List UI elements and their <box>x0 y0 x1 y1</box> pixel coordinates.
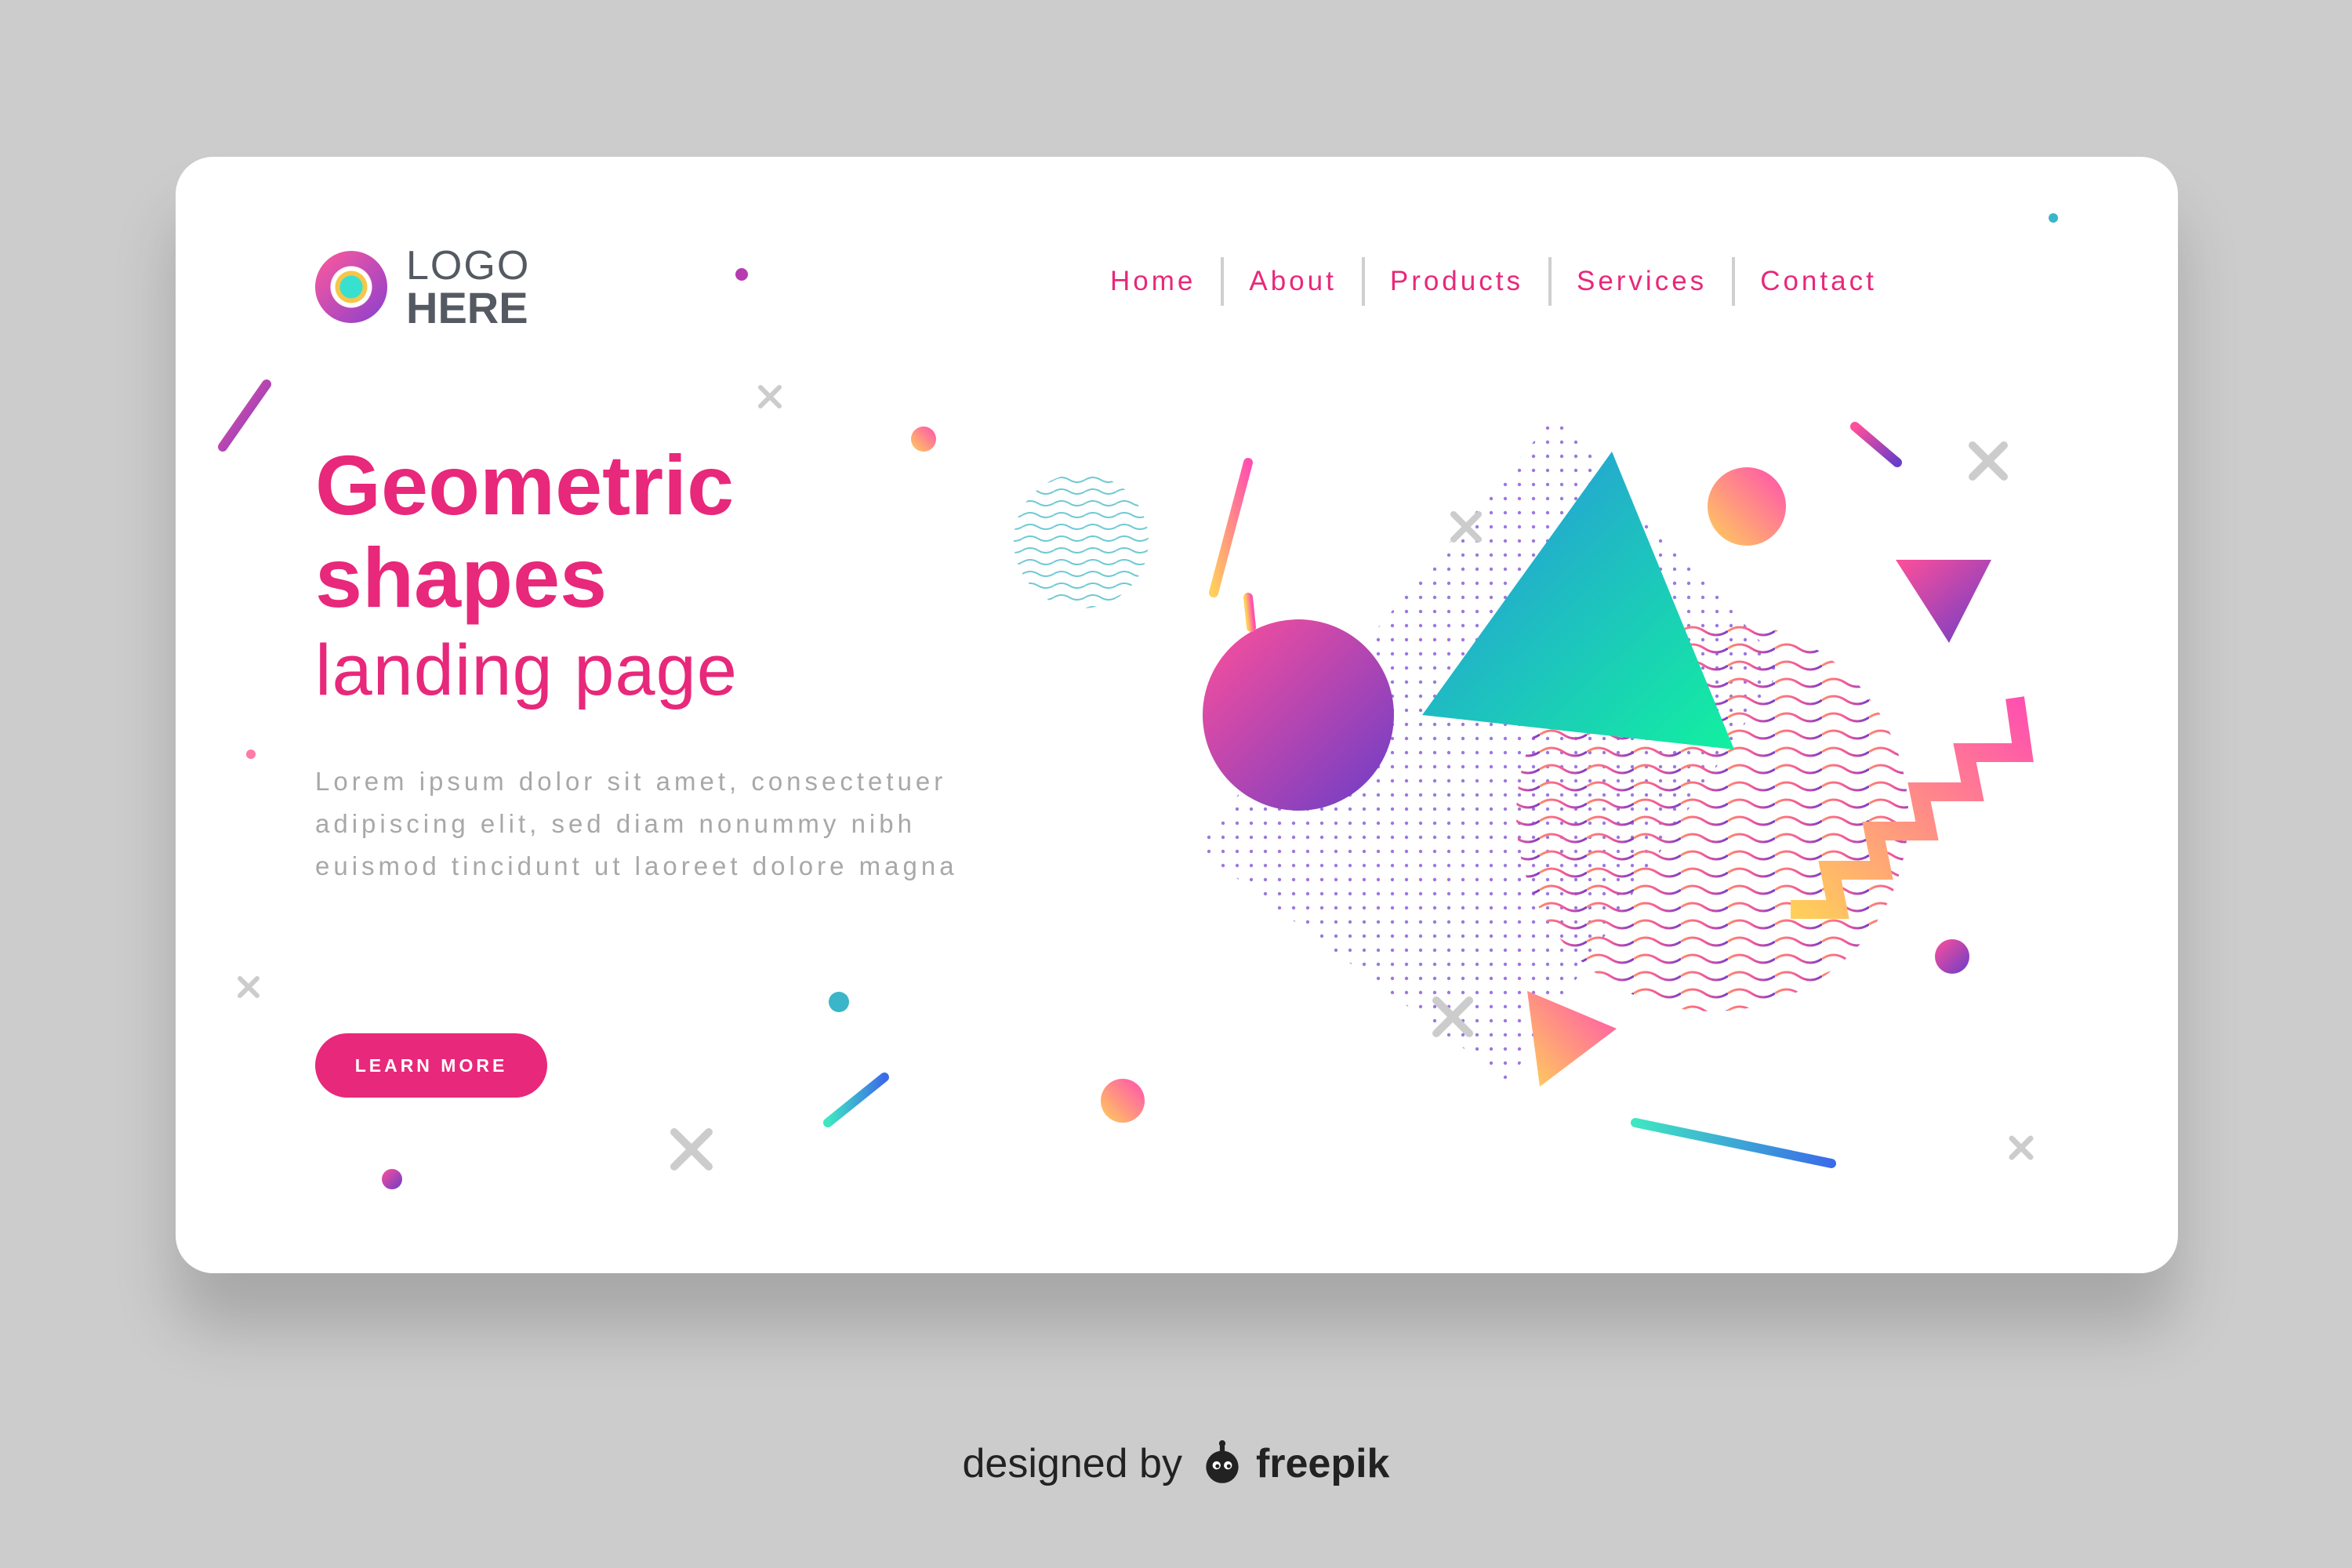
cross-shape <box>2009 1135 2034 1160</box>
stick-shape <box>1209 458 1253 597</box>
main-nav: Home About Products Services Contact <box>1085 257 1902 306</box>
learn-more-button[interactable]: LEARN MORE <box>315 1033 547 1098</box>
cross-shape <box>758 385 782 408</box>
logo-text-top: LOGO <box>406 243 531 289</box>
hero-section: Geometric shapes landing page Lorem ipsu… <box>315 439 989 913</box>
dot-shape <box>382 1169 402 1189</box>
freepik-credit[interactable]: designed by freepik <box>0 1439 2352 1488</box>
nav-item-home[interactable]: Home <box>1085 257 1225 306</box>
hero-title-line2: shapes <box>315 530 608 625</box>
hero-body-text: Lorem ipsum dolor sit amet, consectetuer… <box>315 767 958 880</box>
dot-shape <box>2049 213 2058 223</box>
logo[interactable]: LOGO HERE <box>315 243 531 332</box>
small-wave-circle <box>1014 474 1149 608</box>
cross-shape <box>1969 441 2008 481</box>
orange-triangle <box>1527 991 1617 1087</box>
dot-shape <box>1101 1079 1145 1123</box>
stick-shape <box>218 379 271 452</box>
purple-triangle <box>1896 560 1991 643</box>
stick-shape <box>823 1073 889 1127</box>
nav-item-contact[interactable]: Contact <box>1735 257 1902 306</box>
nav-item-products[interactable]: Products <box>1365 257 1552 306</box>
landing-card: LOGO HERE Home About Products Services C… <box>176 157 2178 1273</box>
dot-shape <box>735 268 748 281</box>
dot-shape <box>246 750 256 759</box>
logo-icon <box>315 251 387 323</box>
credit-brand: freepik <box>1255 1441 1390 1486</box>
stick-shape <box>1631 1118 1836 1168</box>
hero-title-line1: Geometric <box>315 437 735 532</box>
nav-item-services[interactable]: Services <box>1552 257 1736 306</box>
logo-text-bottom: HERE <box>406 283 528 332</box>
credit-prefix: designed by <box>962 1441 1182 1486</box>
cross-shape <box>670 1128 713 1171</box>
dot-shape <box>829 992 849 1012</box>
freepik-icon <box>1206 1440 1239 1483</box>
stick-shape <box>1850 422 1902 467</box>
nav-item-about[interactable]: About <box>1224 257 1365 306</box>
hero-subtitle: landing page <box>315 630 738 710</box>
stick-shape <box>1243 593 1256 632</box>
orange-circle <box>1708 467 1786 546</box>
large-gradient-circle <box>1203 619 1394 811</box>
logo-text: LOGO HERE <box>406 243 531 332</box>
cross-shape <box>238 976 260 998</box>
dot-shape <box>1935 939 1969 974</box>
